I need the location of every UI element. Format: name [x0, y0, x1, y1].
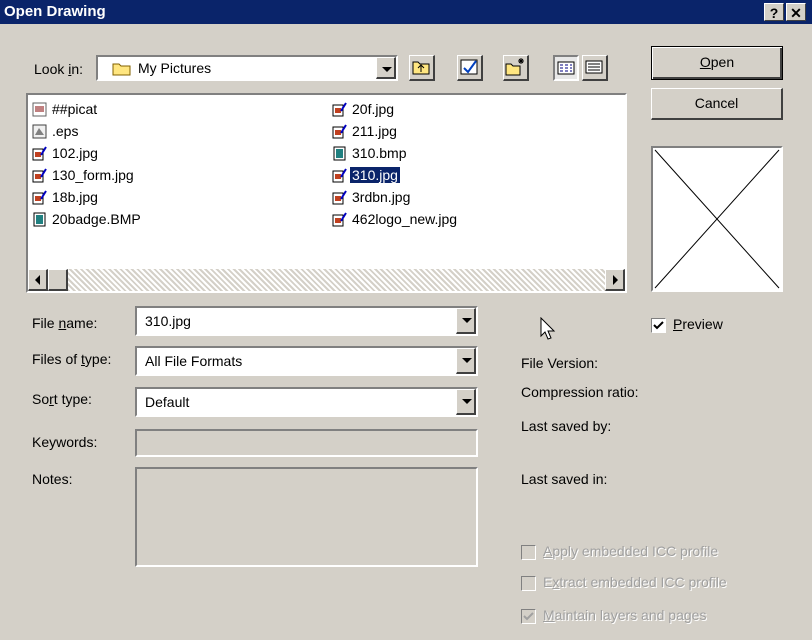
file-name-value: 310.jpg — [145, 313, 191, 329]
file-list-item-name: 462logo_new.jpg — [352, 211, 458, 228]
notes-input — [135, 467, 478, 567]
title-bar[interactable]: Open Drawing ? ✕ — [0, 0, 812, 24]
preview-checkbox[interactable] — [651, 318, 666, 333]
sort-type-value: Default — [145, 394, 190, 410]
file-list-item-name: .eps — [52, 123, 79, 140]
preview-pane — [651, 146, 783, 292]
file-list-item-name: 211.jpg — [352, 123, 397, 140]
last-saved-in-label: Last saved in: — [521, 471, 608, 487]
favorites-button[interactable] — [457, 55, 483, 81]
file-list-item[interactable]: ##picat — [32, 98, 99, 118]
file-type-label: Files of type: — [32, 351, 112, 367]
close-button[interactable]: ✕ — [786, 3, 806, 21]
compression-ratio-label: Compression ratio: — [521, 384, 639, 400]
jpg-file-icon — [32, 146, 47, 161]
new-folder-button[interactable] — [503, 55, 529, 81]
file-type-dropdown[interactable]: All File Formats — [135, 346, 478, 376]
scroll-left-button[interactable] — [28, 269, 48, 291]
maintain-layers-checkbox[interactable] — [521, 609, 536, 624]
maintain-layers-label: Maintain layers and pages — [543, 607, 707, 623]
sort-type-dropdown[interactable]: Default — [135, 387, 478, 417]
sort-type-dropdown-arrow[interactable] — [456, 389, 476, 415]
new-folder-icon — [505, 58, 524, 76]
file-name-input[interactable]: 310.jpg — [135, 306, 478, 336]
cancel-button[interactable]: Cancel — [651, 88, 783, 120]
sort-type-label: Sort type: — [32, 391, 92, 407]
details-view-icon — [585, 60, 603, 74]
arrow-right-icon — [613, 275, 618, 285]
jpg-file-icon — [332, 190, 347, 205]
file-list-item-name: ##picat — [52, 101, 98, 118]
file-list-item[interactable]: 310.jpg — [332, 164, 401, 185]
look-in-dropdown[interactable]: My Pictures — [96, 55, 398, 81]
checkmark-icon — [523, 612, 534, 621]
folder-icon — [112, 63, 131, 76]
jpg-file-icon — [332, 168, 347, 183]
scroll-right-button[interactable] — [605, 269, 625, 291]
apply-icc-label: Apply embedded ICC profile — [543, 543, 719, 559]
apply-icc-checkbox[interactable] — [521, 545, 536, 560]
file-list-item[interactable]: 211.jpg — [332, 120, 399, 140]
extract-icc-checkbox[interactable] — [521, 576, 536, 591]
file-list-item-name: 18b.jpg — [52, 189, 98, 206]
open-button[interactable]: Open — [651, 46, 783, 80]
bmp-file-icon — [32, 212, 47, 227]
list-view-button[interactable] — [553, 55, 579, 81]
file-list-item[interactable]: 130_form.jpg — [32, 164, 136, 184]
file-list-item-name: 102.jpg — [52, 145, 98, 162]
preview-placeholder-icon — [654, 149, 780, 289]
file-list-item-name: 310.jpg — [349, 166, 401, 185]
jpg-file-icon — [332, 124, 347, 139]
notes-label: Notes: — [32, 471, 73, 487]
file-list-item-name: 310.bmp — [352, 145, 407, 162]
file-list-item[interactable]: 3rdbn.jpg — [332, 186, 412, 206]
preview-label: Preview — [673, 316, 723, 332]
jpg-file-icon — [332, 212, 347, 227]
up-folder-button[interactable] — [409, 55, 435, 81]
checkmark-icon — [653, 321, 664, 330]
keywords-input — [135, 429, 478, 457]
extract-icc-label: Extract embedded ICC profile — [543, 574, 727, 590]
look-in-dropdown-arrow[interactable] — [376, 57, 396, 79]
file-list-item-name: 130_form.jpg — [52, 167, 134, 184]
file-list-item[interactable]: 310.bmp — [332, 142, 408, 162]
help-button[interactable]: ? — [764, 3, 784, 21]
bmp-file-icon — [332, 146, 347, 161]
image-file-icon — [32, 102, 47, 117]
file-name-label: File name: — [32, 315, 98, 331]
file-list[interactable]: ##picat .eps 102.jpg 130_form.jpg 18b.jpg 20b… — [26, 93, 627, 293]
jpg-file-icon — [32, 168, 47, 183]
file-list-item[interactable]: 20badge.BMP — [32, 208, 143, 228]
file-list-item-name: 20f.jpg — [352, 101, 395, 118]
eps-file-icon — [32, 124, 47, 139]
look-in-value: My Pictures — [138, 60, 212, 76]
jpg-file-icon — [332, 102, 347, 117]
file-list-item-name: 20badge.BMP — [52, 211, 141, 228]
details-view-button[interactable] — [582, 55, 608, 81]
file-list-item[interactable]: 102.jpg — [32, 142, 100, 162]
up-folder-icon — [412, 61, 430, 75]
last-saved-by-label: Last saved by: — [521, 418, 612, 434]
jpg-file-icon — [32, 190, 47, 205]
scroll-thumb[interactable] — [48, 269, 68, 291]
file-type-dropdown-arrow[interactable] — [456, 348, 476, 374]
file-list-item-name: 3rdbn.jpg — [352, 189, 411, 206]
look-in-label: Look in: — [34, 61, 84, 77]
horizontal-scrollbar[interactable] — [28, 269, 625, 291]
file-version-label: File Version: — [521, 355, 599, 371]
file-type-value: All File Formats — [145, 353, 243, 369]
mouse-cursor-icon — [540, 317, 556, 340]
file-list-item[interactable]: .eps — [32, 120, 80, 140]
file-list-item[interactable]: 462logo_new.jpg — [332, 208, 459, 228]
window-title: Open Drawing — [4, 3, 106, 20]
file-list-item[interactable]: 20f.jpg — [332, 98, 396, 118]
list-view-icon — [557, 61, 575, 75]
favorites-icon — [460, 59, 478, 75]
arrow-left-icon — [35, 275, 40, 285]
file-name-dropdown-arrow[interactable] — [456, 308, 476, 334]
file-list-item[interactable]: 18b.jpg — [32, 186, 100, 206]
keywords-label: Keywords: — [32, 434, 98, 450]
